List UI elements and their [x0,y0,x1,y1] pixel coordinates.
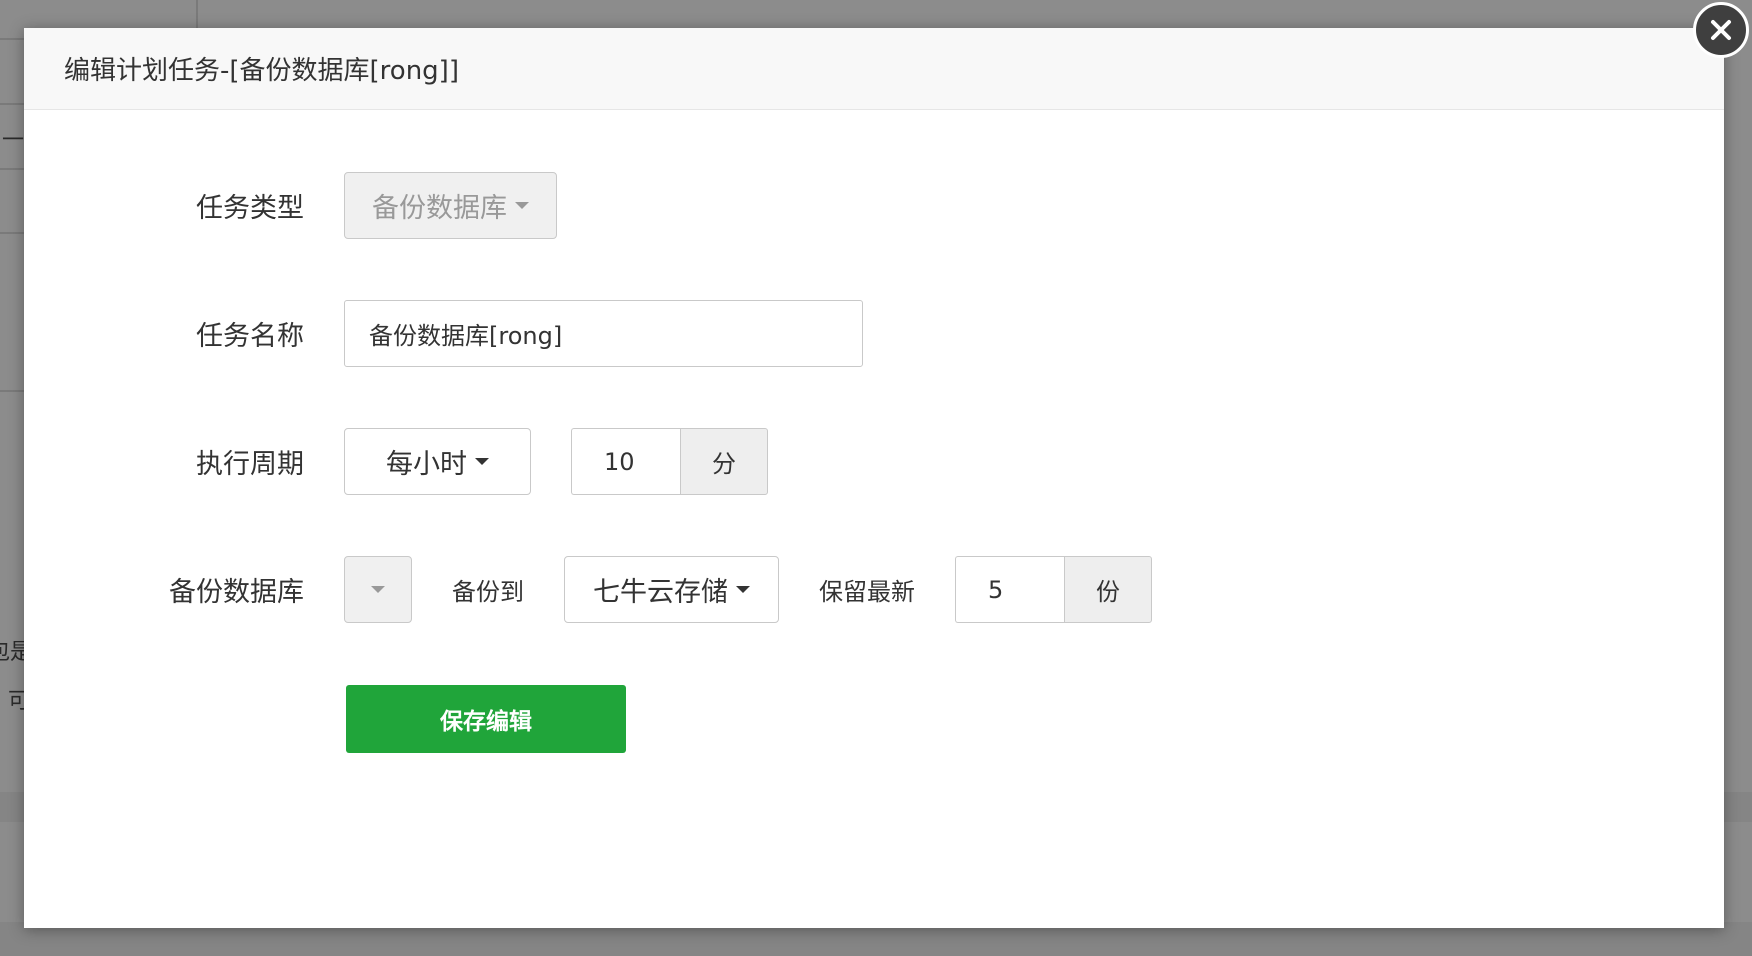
save-edit-button[interactable]: 保存编辑 [346,685,626,753]
backup-to-label: 备份到 [452,578,524,606]
task-type-select[interactable]: 备份数据库 [344,172,557,239]
keep-latest-label: 保留最新 [819,578,915,606]
task-name-input[interactable] [344,300,863,367]
background-divider [196,0,198,28]
chevron-down-icon [736,586,750,593]
backup-db-row: 备份数据库 备份到 七牛云存储 保留最新 份 [24,556,1152,623]
background-divider [0,38,24,40]
task-name-label: 任务名称 [196,321,304,352]
chevron-down-icon [475,458,489,465]
dialog-header: 编辑计划任务-[备份数据库[rong]] [24,28,1724,110]
task-type-row: 任务类型 备份数据库 [24,172,557,239]
background-text: 一 [2,128,25,153]
period-select[interactable]: 每小时 [344,428,531,495]
dialog-title: 编辑计划任务-[备份数据库[rong]] [64,56,459,86]
chevron-down-icon [515,202,529,209]
chevron-down-icon [371,586,385,593]
background-divider [0,103,24,105]
backup-db-label: 备份数据库 [169,577,304,608]
background-divider [0,390,24,392]
backup-target-select[interactable]: 七牛云存储 [564,556,779,623]
background-divider [0,168,24,170]
minute-input-group: 分 [571,428,768,495]
background-divider [0,232,24,234]
minute-unit-addon: 分 [680,428,768,495]
period-value: 每小时 [386,449,467,480]
cycle-row: 执行周期 每小时 分 [24,428,768,495]
cycle-label: 执行周期 [196,449,304,480]
minute-input[interactable] [571,428,680,495]
task-type-label: 任务类型 [196,193,304,224]
keep-unit-addon: 份 [1064,556,1152,623]
task-name-row: 任务名称 [24,300,863,367]
edit-task-dialog: 编辑计划任务-[备份数据库[rong]] 任务类型 备份数据库 任务名称 执行周… [24,28,1724,928]
keep-count-group: 份 [955,556,1152,623]
task-type-value: 备份数据库 [372,193,507,224]
close-icon [1711,20,1731,40]
keep-count-input[interactable] [955,556,1064,623]
database-select[interactable] [344,556,412,623]
close-button[interactable] [1693,2,1749,58]
backup-target-value: 七牛云存储 [593,577,728,608]
